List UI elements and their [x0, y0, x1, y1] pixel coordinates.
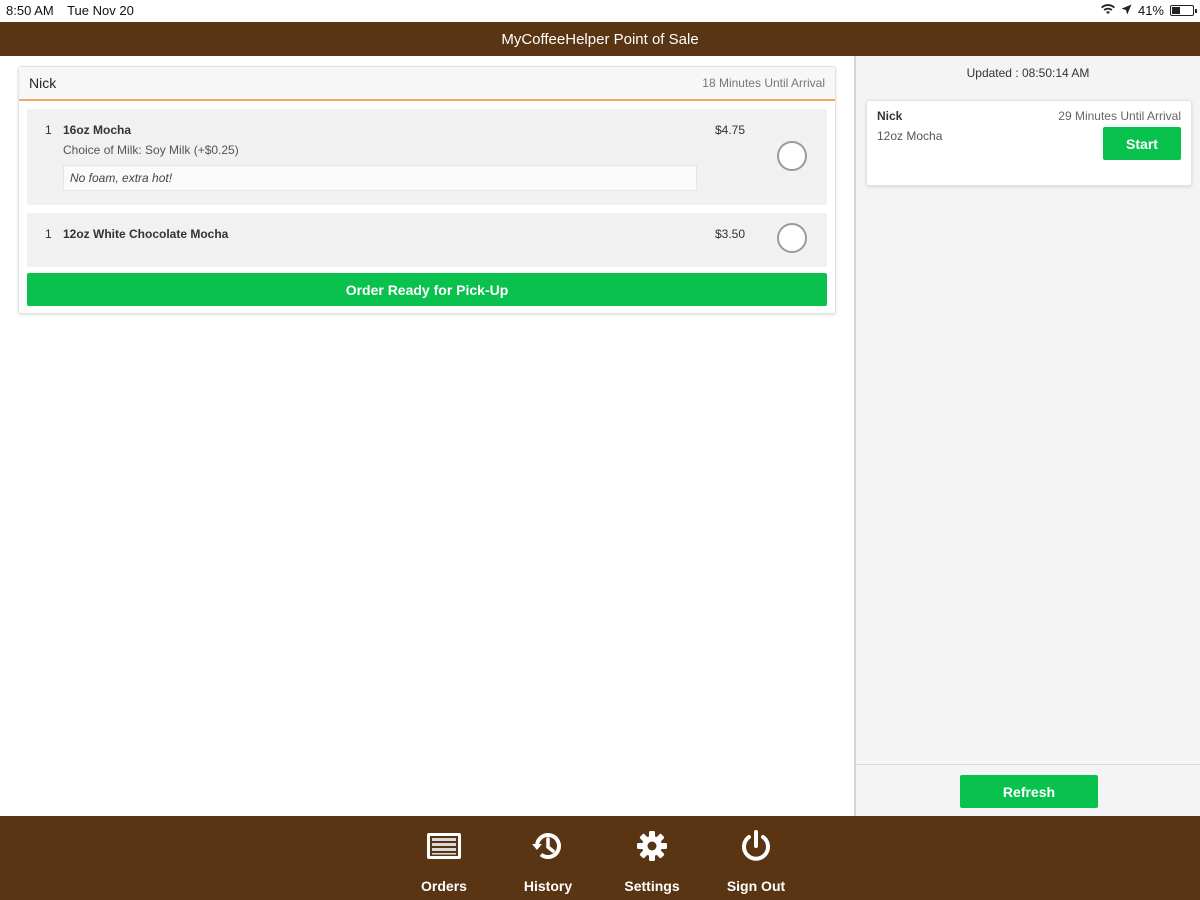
tab-label: Orders — [421, 878, 467, 894]
tab-label: Sign Out — [726, 878, 786, 894]
order-queue-pane: Updated : 08:50:14 AM Nick 29 Minutes Un… — [854, 56, 1200, 816]
start-order-button[interactable]: Start — [1103, 127, 1181, 160]
power-icon — [738, 828, 774, 864]
status-date: Tue Nov 20 — [67, 3, 134, 18]
tab-orders[interactable]: Orders — [394, 816, 494, 900]
order-detail-pane: Nick 18 Minutes Until Arrival 1 16oz Moc… — [0, 56, 854, 816]
queue-item: 12oz Mocha — [877, 129, 943, 143]
item-quantity: 1 — [45, 227, 52, 241]
app-title: MyCoffeeHelper Point of Sale — [501, 30, 699, 48]
tab-sign-out[interactable]: Sign Out — [706, 816, 806, 900]
item-quantity: 1 — [45, 123, 52, 137]
queue-customer-name: Nick — [877, 109, 903, 123]
item-name: 16oz Mocha — [63, 123, 132, 137]
gear-icon — [634, 828, 670, 864]
order-eta: 18 Minutes Until Arrival — [702, 76, 825, 90]
tab-history[interactable]: History — [498, 816, 598, 900]
app-title-bar: MyCoffeeHelper Point of Sale — [0, 22, 1200, 56]
history-icon — [530, 828, 566, 864]
battery-fill — [1172, 7, 1180, 14]
queue-eta: 29 Minutes Until Arrival — [1058, 109, 1181, 123]
tab-label: Settings — [624, 878, 680, 894]
item-note: No foam, extra hot! — [63, 165, 697, 191]
order-item: 1 16oz Mocha Choice of Milk: Soy Milk (+… — [27, 109, 827, 205]
item-price: $3.50 — [715, 227, 746, 241]
order-ready-button[interactable]: Order Ready for Pick-Up — [27, 273, 827, 306]
queue-order-card[interactable]: Nick 29 Minutes Until Arrival 12oz Mocha… — [866, 100, 1192, 186]
location-icon — [1121, 3, 1132, 18]
battery-icon — [1170, 5, 1197, 16]
item-option: Choice of Milk: Soy Milk (+$0.25) — [63, 143, 239, 157]
order-card: Nick 18 Minutes Until Arrival 1 16oz Moc… — [18, 66, 836, 314]
queue-footer: Refresh — [856, 764, 1200, 816]
last-updated-text: Updated : 08:50:14 AM — [966, 66, 1090, 80]
tab-settings[interactable]: Settings — [602, 816, 702, 900]
order-customer-name: Nick — [29, 75, 57, 91]
battery-percent: 41% — [1137, 3, 1164, 18]
item-price: $4.75 — [715, 123, 746, 137]
refresh-button[interactable]: Refresh — [960, 775, 1098, 808]
order-header: Nick 18 Minutes Until Arrival — [19, 67, 835, 101]
item-complete-checkbox[interactable] — [777, 223, 807, 253]
bottom-tab-bar: Orders History Settings Sign Out — [0, 816, 1200, 900]
orders-icon — [426, 828, 462, 864]
tab-label: History — [523, 878, 573, 894]
status-bar: 8:50 AM Tue Nov 20 41% — [0, 0, 1200, 22]
item-name: 12oz White Chocolate Mocha — [63, 227, 229, 241]
item-complete-checkbox[interactable] — [777, 141, 807, 171]
order-item: 1 12oz White Chocolate Mocha $3.50 — [27, 213, 827, 267]
status-time: 8:50 AM — [6, 3, 54, 18]
wifi-icon — [1100, 3, 1115, 18]
